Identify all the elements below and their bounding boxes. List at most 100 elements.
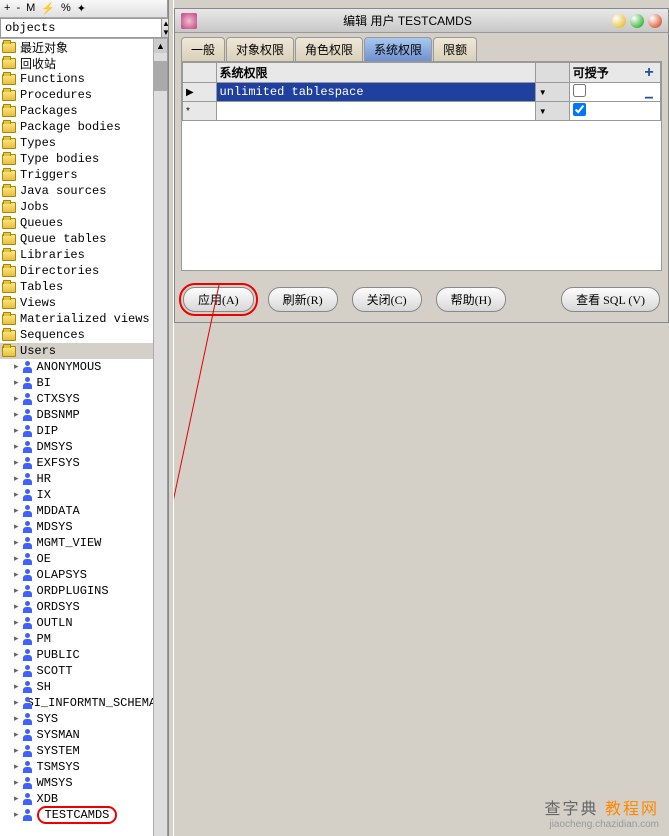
tree-folder-functions[interactable]: Functions (0, 71, 153, 87)
close-button[interactable] (648, 14, 662, 28)
table-row[interactable]: ▶unlimited tablespace▼ (183, 83, 661, 102)
tree-folder-sequences[interactable]: Sequences (0, 327, 153, 343)
tree-user-si_informtn_schema[interactable]: ▸SI_INFORMTN_SCHEMA (0, 695, 153, 711)
toolbar-minus-icon[interactable]: - (16, 2, 20, 15)
expand-icon[interactable]: ▸ (14, 698, 19, 708)
expand-icon[interactable]: ▸ (14, 474, 19, 484)
expand-icon[interactable]: ▸ (14, 506, 19, 516)
tree-user-oe[interactable]: ▸OE (0, 551, 153, 567)
tab-系统权限[interactable]: 系统权限 (364, 37, 432, 61)
tree-user-exfsys[interactable]: ▸EXFSYS (0, 455, 153, 471)
tree-user-hr[interactable]: ▸HR (0, 471, 153, 487)
toolbar-m-icon[interactable]: M (26, 2, 35, 15)
tree-user-dmsys[interactable]: ▸DMSYS (0, 439, 153, 455)
tree-user-xdb[interactable]: ▸XDB (0, 791, 153, 807)
tree-folder-users[interactable]: Users (0, 343, 153, 359)
tab-对象权限[interactable]: 对象权限 (226, 37, 294, 61)
maximize-button[interactable] (630, 14, 644, 28)
tree-user-pm[interactable]: ▸PM (0, 631, 153, 647)
tree-folder-回收站[interactable]: 回收站 (0, 55, 153, 71)
tree-user-ordsys[interactable]: ▸ORDSYS (0, 599, 153, 615)
tree-user-sysman[interactable]: ▸SYSMAN (0, 727, 153, 743)
toolbar-plus-icon[interactable]: + (4, 2, 10, 15)
expand-icon[interactable]: ▸ (14, 490, 19, 500)
expand-icon[interactable]: ▸ (14, 778, 19, 788)
expand-icon[interactable]: ▸ (14, 586, 19, 596)
tree-folder-triggers[interactable]: Triggers (0, 167, 153, 183)
tree-user-sh[interactable]: ▸SH (0, 679, 153, 695)
apply-button[interactable]: 应用(A) (183, 287, 254, 312)
grantable-checkbox[interactable] (573, 84, 586, 97)
tree-user-mdsys[interactable]: ▸MDSYS (0, 519, 153, 535)
tree-user-outln[interactable]: ▸OUTLN (0, 615, 153, 631)
tab-角色权限[interactable]: 角色权限 (295, 37, 363, 61)
grantable-checkbox[interactable] (573, 103, 586, 116)
tree-folder-procedures[interactable]: Procedures (0, 87, 153, 103)
tree-folder-package-bodies[interactable]: Package bodies (0, 119, 153, 135)
tree-user-scott[interactable]: ▸SCOTT (0, 663, 153, 679)
expand-icon[interactable]: ▸ (14, 682, 19, 692)
privilege-cell[interactable]: unlimited tablespace (216, 83, 535, 102)
tree-folder-libraries[interactable]: Libraries (0, 247, 153, 263)
dropdown-toggle-icon[interactable]: ▼ (535, 83, 569, 102)
add-privilege-button[interactable]: + (641, 66, 657, 82)
remove-privilege-button[interactable]: − (641, 92, 657, 108)
tree-user-ctxsys[interactable]: ▸CTXSYS (0, 391, 153, 407)
tree-user-wmsys[interactable]: ▸WMSYS (0, 775, 153, 791)
expand-icon[interactable]: ▸ (14, 458, 19, 468)
tree-user-ordplugins[interactable]: ▸ORDPLUGINS (0, 583, 153, 599)
tree-user-olapsys[interactable]: ▸OLAPSYS (0, 567, 153, 583)
tree-user-bi[interactable]: ▸BI (0, 375, 153, 391)
tree-folder-type-bodies[interactable]: Type bodies (0, 151, 153, 167)
tree-folder-directories[interactable]: Directories (0, 263, 153, 279)
expand-icon[interactable]: ▸ (14, 794, 19, 804)
expand-icon[interactable]: ▸ (14, 410, 19, 420)
tree-folder-materialized-views[interactable]: Materialized views (0, 311, 153, 327)
refresh-button[interactable]: 刷新(R) (268, 287, 338, 312)
expand-icon[interactable]: ▸ (14, 442, 19, 452)
tree-user-sys[interactable]: ▸SYS (0, 711, 153, 727)
expand-icon[interactable]: ▸ (14, 602, 19, 612)
expand-icon[interactable]: ▸ (14, 378, 19, 388)
expand-icon[interactable]: ▸ (14, 634, 19, 644)
tree-folder-java-sources[interactable]: Java sources (0, 183, 153, 199)
tree-user-mddata[interactable]: ▸MDDATA (0, 503, 153, 519)
tab-一般[interactable]: 一般 (181, 37, 225, 61)
privilege-cell[interactable] (216, 102, 535, 121)
toolbar-bolt-icon[interactable]: ⚡ (41, 2, 55, 15)
tree-folder-queues[interactable]: Queues (0, 215, 153, 231)
expand-icon[interactable]: ▸ (14, 426, 19, 436)
expand-icon[interactable]: ▸ (14, 666, 19, 676)
tree-folder-views[interactable]: Views (0, 295, 153, 311)
close-dialog-button[interactable]: 关闭(C) (352, 287, 422, 312)
tree-user-testcamds[interactable]: ▸TESTCAMDS (0, 807, 153, 823)
minimize-button[interactable] (612, 14, 626, 28)
tree-folder-tables[interactable]: Tables (0, 279, 153, 295)
tree-folder-types[interactable]: Types (0, 135, 153, 151)
tree-user-ix[interactable]: ▸IX (0, 487, 153, 503)
expand-icon[interactable]: ▸ (14, 762, 19, 772)
expand-icon[interactable]: ▸ (14, 522, 19, 532)
tree-user-anonymous[interactable]: ▸ANONYMOUS (0, 359, 153, 375)
expand-icon[interactable]: ▸ (14, 746, 19, 756)
tree-folder-queue-tables[interactable]: Queue tables (0, 231, 153, 247)
expand-icon[interactable]: ▸ (14, 554, 19, 564)
expand-icon[interactable]: ▸ (14, 538, 19, 548)
tree-scrollbar[interactable]: ▲ (153, 39, 167, 836)
tree-folder-最近对象[interactable]: 最近对象 (0, 39, 153, 55)
col-privilege[interactable]: 系统权限 (216, 63, 535, 83)
expand-icon[interactable]: ▸ (14, 618, 19, 628)
expand-icon[interactable]: ▸ (14, 714, 19, 724)
table-row[interactable]: *▼ (183, 102, 661, 121)
tab-限额[interactable]: 限额 (433, 37, 477, 61)
expand-icon[interactable]: ▸ (14, 570, 19, 580)
tree-folder-jobs[interactable]: Jobs (0, 199, 153, 215)
tree-user-tsmsys[interactable]: ▸TSMSYS (0, 759, 153, 775)
view-sql-button[interactable]: 查看 SQL (V) (561, 287, 660, 312)
tree-user-dip[interactable]: ▸DIP (0, 423, 153, 439)
expand-icon[interactable]: ▸ (14, 362, 19, 372)
expand-icon[interactable]: ▸ (14, 394, 19, 404)
tree-user-mgmt_view[interactable]: ▸MGMT_VIEW (0, 535, 153, 551)
tree-user-public[interactable]: ▸PUBLIC (0, 647, 153, 663)
toolbar-star-icon[interactable]: ✦ (77, 2, 86, 15)
